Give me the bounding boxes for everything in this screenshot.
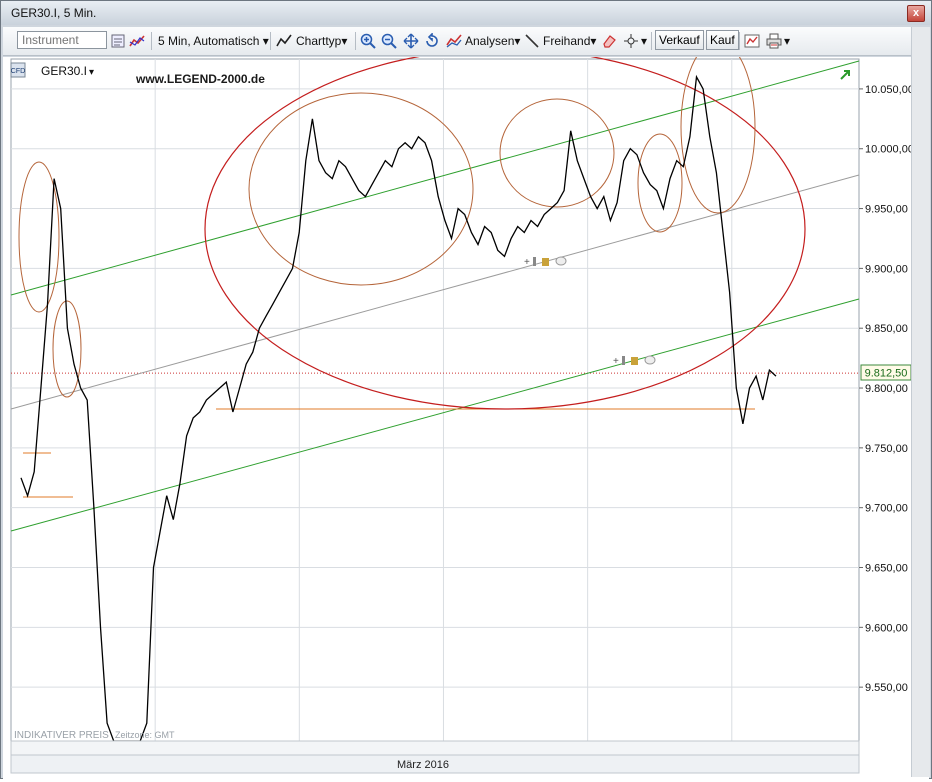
toolbar-separator [739, 32, 740, 50]
eraser-icon[interactable] [601, 33, 617, 49]
toolbar: 5 Min, Automatisch ▾ Charttyp▾ Analysen▾… [3, 27, 929, 56]
title-bar[interactable]: GER30.I, 5 Min. x [1, 1, 931, 25]
zoom-in-icon[interactable] [360, 33, 376, 49]
y-tick-label: 9.750,00 [865, 443, 908, 455]
chart-area[interactable]: + + 9.550,00 9.600,00 9.650,00 9.700,00 9.750… [3, 40, 929, 779]
reset-icon[interactable] [424, 33, 440, 49]
y-tick-label: 9.700,00 [865, 503, 908, 515]
toolbar-separator [355, 32, 356, 50]
chart-window-icon[interactable] [744, 33, 760, 49]
y-tick-label: 10.000,00 [865, 144, 914, 156]
analysen-menu[interactable]: Analysen▾ [465, 31, 520, 51]
cfd-icon-label: CFD [11, 68, 25, 75]
interval-label: 5 Min, Automatisch [158, 34, 260, 48]
handle-plus-icon: + [613, 356, 619, 367]
toolbar-separator [151, 32, 152, 50]
watermark-url: www.LEGEND-2000.de [135, 72, 265, 86]
indicator-icon[interactable] [129, 33, 145, 49]
price-chart[interactable]: + + 9.550,00 9.600,00 9.650,00 9.700,00 9.750… [3, 40, 929, 779]
charttype-menu[interactable]: Charttyp▾ [296, 31, 347, 51]
close-button[interactable]: x [907, 5, 925, 22]
handle-style-icon [542, 258, 549, 266]
chart-window: GER30.I, 5 Min. x 5 Min, Automatisch ▾ C… [0, 0, 932, 779]
timezone-label: Zeitzone: GMT [115, 730, 175, 740]
handle-eraser-icon [555, 256, 567, 266]
chevron-down-icon: ▾ [514, 34, 521, 48]
move-icon[interactable] [403, 33, 419, 49]
month-label: März 2016 [397, 759, 449, 771]
y-tick-label: 9.650,00 [865, 563, 908, 575]
y-tick-label: 9.850,00 [865, 323, 908, 335]
current-price-tag: 9.812,50 [860, 364, 912, 381]
instrument-list-icon[interactable] [110, 33, 126, 49]
charttype-label: Charttyp [296, 34, 342, 48]
y-tick-label: 9.800,00 [865, 383, 908, 395]
chevron-down-icon: ▾ [590, 34, 597, 48]
chart-symbol: GER30.I [41, 64, 87, 78]
y-tick-label: 9.950,00 [865, 204, 908, 216]
chevron-down-icon[interactable]: ▾ [784, 31, 790, 51]
freehand-line-icon[interactable] [524, 33, 540, 49]
buy-button[interactable]: Kauf [706, 30, 739, 50]
print-icon[interactable] [766, 33, 782, 49]
toolbar-separator [270, 32, 271, 50]
toolbar-separator [651, 32, 652, 50]
zoom-out-icon[interactable] [381, 33, 397, 49]
crosshair-icon[interactable] [623, 33, 639, 49]
handle-eraser-icon [644, 355, 656, 365]
y-tick-label: 9.900,00 [865, 263, 908, 275]
indicative-price-label: INDIKATIVER PREIS [14, 730, 109, 741]
analysen-label: Analysen [465, 34, 515, 48]
sell-button[interactable]: Verkauf [655, 30, 704, 50]
analysis-icon[interactable] [446, 33, 462, 49]
handle-pin-icon [622, 356, 625, 365]
y-axis: 9.550,00 9.600,00 9.650,00 9.700,00 9.750,00… [859, 84, 914, 694]
instrument-input[interactable] [17, 31, 107, 49]
handle-pin-icon [533, 257, 536, 266]
freihand-menu[interactable]: Freihand▾ [543, 31, 596, 51]
chevron-down-icon: ▾ [341, 34, 348, 48]
chevron-down-icon: ▾ [262, 34, 269, 48]
y-tick-label: 10.050,00 [865, 84, 914, 96]
window-title: GER30.I, 5 Min. [11, 6, 97, 20]
vertical-scrollbar[interactable] [911, 27, 930, 777]
y-tick-label: 9.600,00 [865, 622, 908, 634]
line-chart-icon[interactable] [276, 33, 292, 49]
handle-style-icon [631, 357, 638, 365]
x-axis-bar [10, 740, 860, 756]
interval-select[interactable]: 5 Min, Automatisch ▾ [158, 31, 269, 51]
y-tick-label: 9.550,00 [865, 682, 908, 694]
freihand-label: Freihand [543, 34, 591, 48]
close-icon: x [912, 7, 920, 19]
chevron-down-icon: ▾ [89, 67, 94, 78]
current-price-label: 9.812,50 [865, 368, 908, 380]
chevron-down-icon[interactable]: ▾ [641, 31, 647, 51]
handle-plus-icon: + [524, 257, 530, 268]
